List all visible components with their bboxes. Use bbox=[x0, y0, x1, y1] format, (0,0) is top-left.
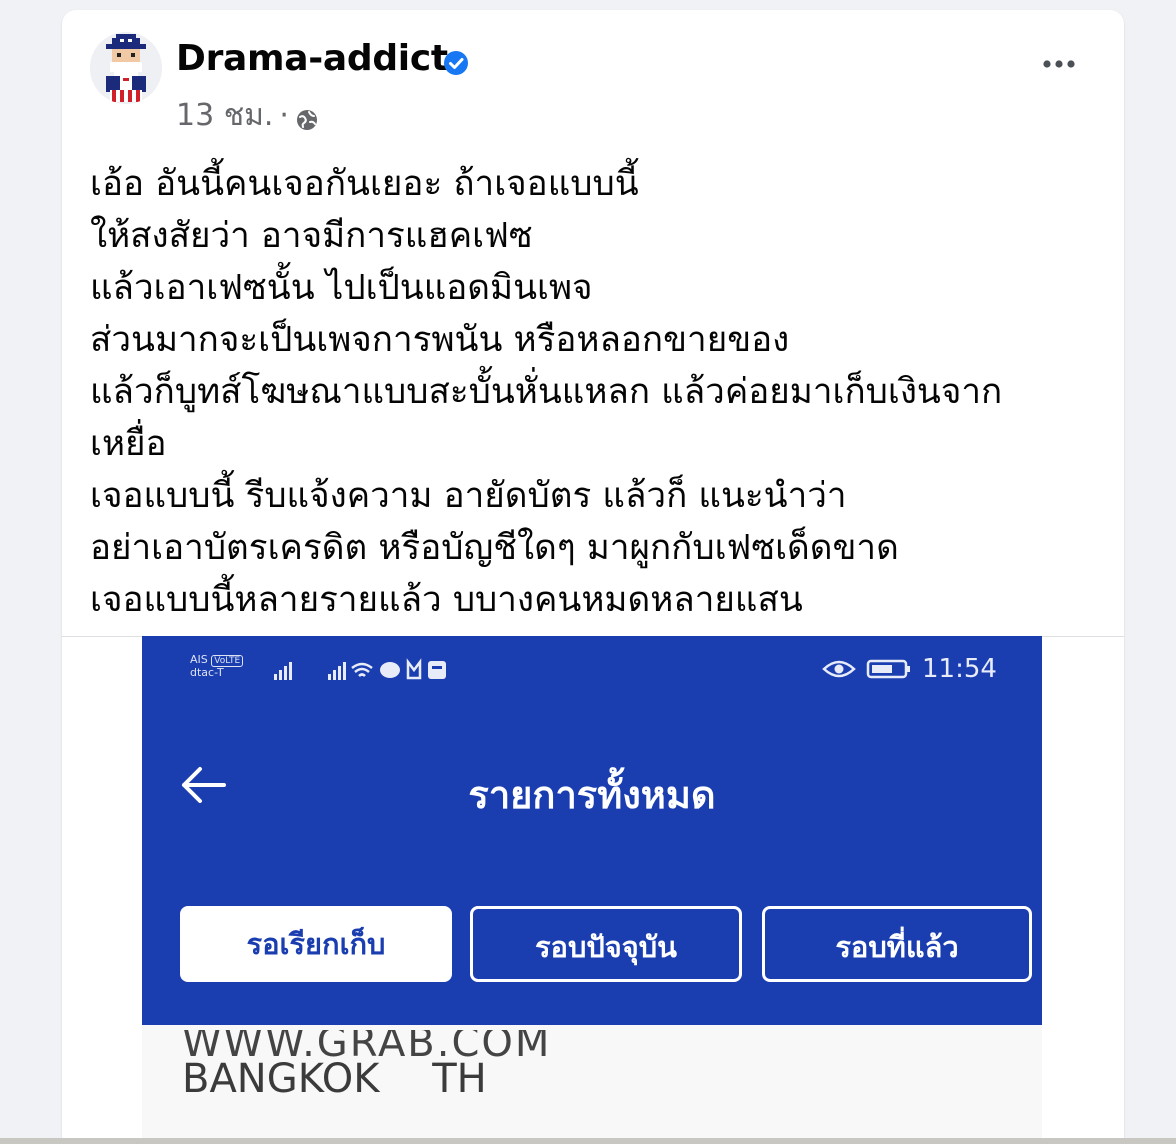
author-avatar[interactable] bbox=[90, 32, 162, 104]
screen-title: รายการทั้งหมด bbox=[468, 773, 716, 817]
eye-icon bbox=[822, 660, 856, 678]
post-line: แล้วก็บูทส์โฆษณาแบบสะบั้นหั่นแหลก แล้วค่… bbox=[90, 372, 1003, 412]
tab-current-cycle: รอบปัจจุบัน bbox=[470, 906, 742, 982]
author-name[interactable]: Drama-addict bbox=[176, 38, 448, 79]
more-options-icon[interactable] bbox=[1042, 58, 1076, 70]
app-header: AIS VoLTE dtac-T 11:54 รายการทั้งหมด รอเ… bbox=[142, 636, 1042, 1025]
status-right: 11:54 bbox=[822, 654, 997, 684]
post-line: ให้สงสัยว่า อาจมีการแฮคเฟซ bbox=[90, 216, 533, 256]
carrier-info: AIS VoLTE dtac-T bbox=[190, 654, 244, 679]
post-line: แล้วเอาเฟซนั้น ไปเป็นแอดมินเพจ bbox=[90, 268, 593, 308]
post-image[interactable]: AIS VoLTE dtac-T 11:54 รายการทั้งหมด รอเ… bbox=[142, 636, 1042, 1144]
battery-icon bbox=[866, 659, 910, 679]
status-icons bbox=[274, 658, 446, 680]
status-time: 11:54 bbox=[922, 654, 997, 684]
globe-icon[interactable] bbox=[295, 108, 319, 132]
post-timestamp[interactable]: 13 ชม. bbox=[176, 92, 273, 139]
post-card: Drama-addict 13 ชม. · เอ้อ อันนี้คนเจอกั… bbox=[62, 10, 1124, 1144]
post-line: เจอแบบนี้หลายรายแล้ว บบางคนหมดหลายแสน bbox=[90, 580, 803, 620]
bottom-edge bbox=[0, 1138, 1176, 1144]
avatar-image bbox=[90, 32, 162, 104]
verified-badge-icon bbox=[444, 51, 468, 75]
tab-pending: รอเรียกเก็บ bbox=[180, 906, 452, 982]
location-text: BANGKOK TH bbox=[182, 1056, 487, 1102]
post-body: เอ้อ อันนี้คนเจอกันเยอะ ถ้าเจอแบบนี้ ให้… bbox=[90, 158, 1110, 626]
post-meta: 13 ชม. · bbox=[176, 92, 319, 139]
post-line: อย่าเอาบัตรเครดิต หรือบัญชีใดๆ มาผูกกับเ… bbox=[90, 528, 899, 568]
post-line: ส่วนมากจะเป็นเพจการพนัน หรือหลอกขายของ bbox=[90, 320, 790, 360]
tab-previous-cycle: รอบที่แล้ว bbox=[762, 906, 1032, 982]
post-line: เจอแบบนี้ รีบแจ้งความ อายัดบัตร แล้วก็ แ… bbox=[90, 476, 847, 516]
post-line: เหยื่อ bbox=[90, 424, 167, 464]
meta-separator: · bbox=[279, 98, 289, 133]
post-line: เอ้อ อันนี้คนเจอกันเยอะ ถ้าเจอแบบนี้ bbox=[90, 164, 639, 204]
